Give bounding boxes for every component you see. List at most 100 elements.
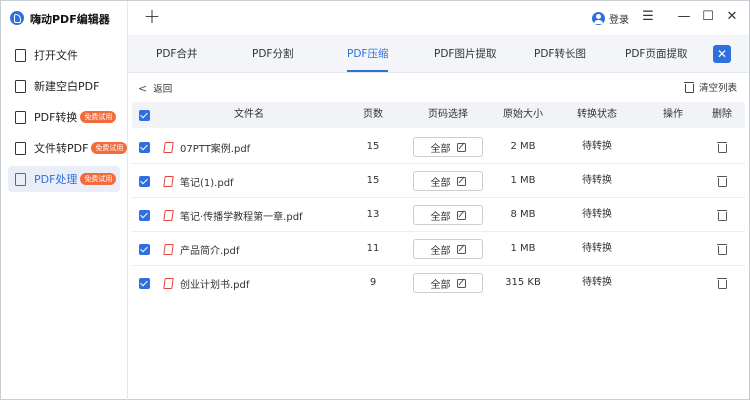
back-label: 返回 (153, 84, 173, 95)
tab-pdf-to-long-image[interactable]: PDF转长图 (534, 35, 586, 73)
close-window-button[interactable]: ✕ (724, 9, 740, 25)
convert-status: 待转换 (582, 209, 612, 220)
export-file-icon (15, 141, 26, 155)
sidebar-item-pdf-convert[interactable]: PDF转换 免费试用 (8, 104, 120, 130)
edit-icon (456, 142, 466, 152)
file-name-label: 笔记·传播学教程第一章.pdf (180, 211, 303, 223)
page-count: 15 (366, 141, 380, 152)
original-size: 1 MB (510, 175, 536, 186)
page-count: 15 (366, 175, 380, 186)
sidebar-item-label: PDF转换 (34, 111, 78, 124)
tab-pdf-image-extract[interactable]: PDF图片提取 (434, 35, 496, 73)
table-header: 文件名 页数 页码选择 原始大小 转换状态 操作 删除 (132, 102, 745, 128)
table-row: 笔记·传播学教程第一章.pdf 13 全部 8 MB 待转换 (132, 198, 745, 232)
sidebar-item-label: PDF处理 (34, 173, 78, 186)
file-name: 产品简介.pdf (163, 232, 239, 266)
sidebar-item-pdf-process[interactable]: PDF处理 免费试用 (8, 166, 120, 192)
sidebar-item-file-to-pdf[interactable]: 文件转PDF 免费试用 (8, 135, 128, 161)
file-name-label: 07PTT案例.pdf (180, 143, 251, 155)
file-name: 07PTT案例.pdf (163, 130, 250, 164)
page-select-label: 全部 (430, 143, 451, 155)
row-checkbox[interactable] (139, 176, 150, 187)
page-count: 9 (369, 277, 377, 288)
free-trial-badge: 免费试用 (80, 111, 117, 123)
page-select-label: 全部 (430, 211, 451, 223)
delete-row-trash-icon[interactable] (717, 209, 728, 221)
page-select-button[interactable]: 全部 (413, 137, 483, 157)
pdf-file-icon (163, 209, 174, 221)
column-header-page-select: 页码选择 (428, 109, 468, 120)
row-checkbox[interactable] (139, 142, 150, 153)
convert-status: 待转换 (582, 141, 612, 152)
app-logo-icon (10, 11, 24, 25)
page-count: 13 (366, 209, 380, 220)
file-name-label: 笔记(1).pdf (180, 177, 234, 189)
sidebar-item-new-blank-pdf[interactable]: 新建空白PDF (8, 73, 120, 99)
tab-pdf-merge[interactable]: PDF合并 (156, 35, 197, 73)
sidebar-item-label: 文件转PDF (34, 142, 89, 155)
tab-pdf-split[interactable]: PDF分割 (252, 35, 293, 73)
tab-pdf-page-extract[interactable]: PDF页面提取 (625, 35, 687, 73)
original-size: 2 MB (510, 141, 536, 152)
back-button[interactable]: < 返回 (138, 81, 173, 96)
chevron-left-icon: < (138, 81, 148, 95)
edit-icon (456, 210, 466, 220)
page-select-button[interactable]: 全部 (413, 273, 483, 293)
original-size: 315 KB (505, 277, 541, 288)
delete-row-trash-icon[interactable] (717, 277, 728, 289)
convert-file-icon (15, 110, 26, 124)
page-select-button[interactable]: 全部 (413, 171, 483, 191)
maximize-button[interactable]: ☐ (700, 9, 716, 25)
edit-icon (456, 278, 466, 288)
app-window: 嗨动PDF编辑器 + 登录 ☰ — ☐ ✕ 打开文件 新建空白PDF PDF转换… (0, 0, 750, 400)
page-select-label: 全部 (430, 177, 451, 189)
file-name: 创业计划书.pdf (163, 266, 249, 300)
title-bar: 嗨动PDF编辑器 + 登录 ☰ — ☐ ✕ (1, 1, 749, 35)
row-checkbox[interactable] (139, 244, 150, 255)
delete-row-trash-icon[interactable] (717, 175, 728, 187)
table-row: 创业计划书.pdf 9 全部 315 KB 待转换 (132, 266, 745, 300)
file-name-label: 产品简介.pdf (180, 245, 240, 257)
menu-icon[interactable]: ☰ (640, 9, 656, 25)
column-header-delete: 删除 (712, 109, 732, 120)
file-name: 笔记·传播学教程第一章.pdf (163, 198, 303, 232)
app-title: 嗨动PDF编辑器 (30, 13, 110, 26)
sidebar-item-label: 新建空白PDF (34, 80, 100, 93)
delete-row-trash-icon[interactable] (717, 243, 728, 255)
page-select-button[interactable]: 全部 (413, 205, 483, 225)
column-header-original-size: 原始大小 (503, 109, 543, 120)
table-row: 笔记(1).pdf 15 全部 1 MB 待转换 (132, 164, 745, 198)
image-file-icon (15, 79, 26, 93)
tab-pdf-compress[interactable]: PDF压缩 (347, 35, 389, 73)
clear-list-button[interactable]: 清空列表 (684, 80, 737, 94)
row-checkbox[interactable] (139, 210, 150, 221)
page-select-button[interactable]: 全部 (413, 239, 483, 259)
close-panel-button[interactable]: ✕ (713, 45, 731, 63)
convert-status: 待转换 (582, 175, 612, 186)
pdf-file-icon (163, 141, 174, 153)
table-row: 07PTT案例.pdf 15 全部 2 MB 待转换 (132, 130, 745, 164)
clear-list-label: 清空列表 (699, 83, 738, 94)
minimize-button[interactable]: — (676, 9, 692, 25)
pdf-file-icon (163, 243, 174, 255)
edit-icon (456, 176, 466, 186)
login-button[interactable]: 登录 (592, 10, 629, 26)
free-trial-badge: 免费试用 (80, 173, 117, 185)
row-checkbox[interactable] (139, 278, 150, 289)
pdf-file-icon (163, 175, 174, 187)
new-tab-button[interactable]: + (143, 6, 161, 26)
trash-icon (684, 81, 695, 93)
convert-status: 待转换 (582, 277, 612, 288)
page-count: 11 (366, 243, 380, 254)
edit-icon (456, 244, 466, 254)
column-header-filename: 文件名 (234, 109, 264, 120)
original-size: 8 MB (510, 209, 536, 220)
column-header-action: 操作 (663, 109, 683, 120)
original-size: 1 MB (510, 243, 536, 254)
sidebar-item-open-file[interactable]: 打开文件 (8, 42, 120, 68)
tool-tab-bar: PDF合并 PDF分割 PDF压缩 PDF图片提取 PDF转长图 PDF页面提取… (128, 35, 749, 73)
select-all-checkbox[interactable] (139, 110, 150, 121)
folder-file-icon (15, 48, 26, 62)
sidebar-item-label: 打开文件 (34, 49, 78, 62)
delete-row-trash-icon[interactable] (717, 141, 728, 153)
